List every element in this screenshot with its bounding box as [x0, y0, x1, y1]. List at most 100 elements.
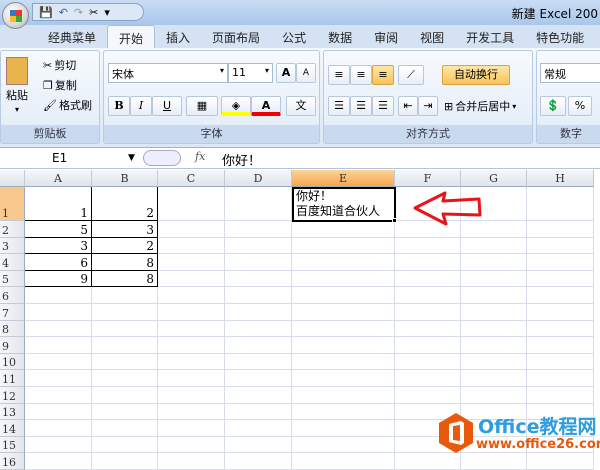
- cell-A4[interactable]: 6: [25, 254, 92, 271]
- cell-B5[interactable]: 8: [92, 270, 158, 288]
- cell-D9[interactable]: [225, 337, 292, 354]
- cell-C3[interactable]: [158, 237, 225, 255]
- cell-B11[interactable]: [92, 370, 158, 387]
- row-header-3[interactable]: 3: [0, 237, 25, 255]
- tab-developer[interactable]: 开发工具: [455, 25, 525, 48]
- cell-C1[interactable]: [158, 187, 225, 221]
- cell-E10[interactable]: [292, 353, 395, 371]
- decrease-indent-button[interactable]: ⇤: [398, 96, 418, 116]
- grow-font-button[interactable]: A: [276, 63, 296, 83]
- percent-button[interactable]: %: [568, 96, 592, 116]
- row-header-1[interactable]: 1: [0, 187, 25, 221]
- row-header-4[interactable]: 4: [0, 254, 25, 271]
- shrink-font-button[interactable]: A: [296, 63, 316, 83]
- cell-H5[interactable]: [527, 270, 594, 288]
- cell-E2[interactable]: [292, 221, 395, 238]
- tab-classic-menu[interactable]: 经典菜单: [37, 25, 107, 48]
- italic-button[interactable]: I: [130, 96, 152, 116]
- insert-function-button[interactable]: fx: [195, 150, 205, 163]
- cell-E3[interactable]: [292, 237, 395, 255]
- cell-G4[interactable]: [461, 254, 527, 271]
- cell-D4[interactable]: [225, 254, 292, 271]
- cell-A15[interactable]: [25, 436, 92, 454]
- align-middle-button[interactable]: ≡: [350, 65, 372, 85]
- border-button[interactable]: ▦: [186, 96, 218, 116]
- save-icon[interactable]: 💾: [39, 6, 53, 19]
- cell-B1[interactable]: 2: [92, 187, 158, 221]
- cell-H4[interactable]: [527, 254, 594, 271]
- cell-D5[interactable]: [225, 270, 292, 288]
- cell-G10[interactable]: [461, 353, 527, 371]
- row-header-5[interactable]: 5: [0, 270, 25, 288]
- redo-icon[interactable]: ↷: [74, 6, 83, 19]
- cell-E7[interactable]: [292, 304, 395, 321]
- cell-C9[interactable]: [158, 337, 225, 354]
- cell-G8[interactable]: [461, 320, 527, 338]
- font-name-select[interactable]: 宋体 ▾: [108, 63, 228, 83]
- column-header-D[interactable]: D: [225, 170, 292, 187]
- cell-G6[interactable]: [461, 287, 527, 304]
- font-size-select[interactable]: 11 ▾: [228, 63, 273, 83]
- cell-E15[interactable]: [292, 436, 395, 454]
- cell-G3[interactable]: [461, 237, 527, 255]
- cell-B3[interactable]: 2: [92, 237, 158, 255]
- cell-A14[interactable]: [25, 420, 92, 437]
- row-header-13[interactable]: 13: [0, 403, 25, 421]
- row-header-9[interactable]: 9: [0, 337, 25, 354]
- cell-A11[interactable]: [25, 370, 92, 387]
- column-header-A[interactable]: A: [25, 170, 92, 187]
- cell-H8[interactable]: [527, 320, 594, 338]
- cell-E6[interactable]: [292, 287, 395, 304]
- cell-B7[interactable]: [92, 304, 158, 321]
- column-header-G[interactable]: G: [461, 170, 527, 187]
- align-center-button[interactable]: ☰: [350, 96, 372, 116]
- cell-C11[interactable]: [158, 370, 225, 387]
- cell-E9[interactable]: [292, 337, 395, 354]
- cell-B14[interactable]: [92, 420, 158, 437]
- cell-C15[interactable]: [158, 436, 225, 454]
- cell-F4[interactable]: [395, 254, 461, 271]
- cell-A13[interactable]: [25, 403, 92, 421]
- cell-C14[interactable]: [158, 420, 225, 437]
- phonetic-button[interactable]: 文: [286, 96, 316, 116]
- increase-indent-button[interactable]: ⇥: [418, 96, 438, 116]
- cell-F10[interactable]: [395, 353, 461, 371]
- tab-formulas[interactable]: 公式: [271, 25, 317, 48]
- cell-C10[interactable]: [158, 353, 225, 371]
- tab-special[interactable]: 特色功能: [525, 25, 595, 48]
- undo-icon[interactable]: ↶: [59, 6, 68, 19]
- cut-button[interactable]: ✂ 剪切: [43, 57, 76, 73]
- active-cell-E1[interactable]: 你好！ 百度知道合伙人: [292, 187, 396, 222]
- select-all-corner[interactable]: [0, 170, 25, 187]
- cell-E5[interactable]: [292, 270, 395, 288]
- row-header-8[interactable]: 8: [0, 320, 25, 338]
- align-right-button[interactable]: ☰: [372, 96, 394, 116]
- cell-A12[interactable]: [25, 387, 92, 404]
- cell-B10[interactable]: [92, 353, 158, 371]
- cell-A9[interactable]: [25, 337, 92, 354]
- cell-A1[interactable]: 1: [25, 187, 92, 221]
- format-painter-button[interactable]: 🖌 格式刷: [43, 97, 92, 113]
- cell-H9[interactable]: [527, 337, 594, 354]
- cell-E14[interactable]: [292, 420, 395, 437]
- cell-C13[interactable]: [158, 403, 225, 421]
- merge-center-button[interactable]: ⊞ 合并后居中 ▾: [444, 98, 516, 114]
- cell-D12[interactable]: [225, 387, 292, 404]
- align-bottom-button[interactable]: ≡: [372, 65, 394, 85]
- cell-B4[interactable]: 8: [92, 254, 158, 271]
- cell-B15[interactable]: [92, 436, 158, 454]
- cell-D13[interactable]: [225, 403, 292, 421]
- cell-C8[interactable]: [158, 320, 225, 338]
- tab-review[interactable]: 审阅: [363, 25, 409, 48]
- cell-D10[interactable]: [225, 353, 292, 371]
- column-header-B[interactable]: B: [92, 170, 158, 187]
- cell-E4[interactable]: [292, 254, 395, 271]
- cell-B12[interactable]: [92, 387, 158, 404]
- cell-A5[interactable]: 9: [25, 270, 92, 288]
- cell-D6[interactable]: [225, 287, 292, 304]
- column-header-F[interactable]: F: [395, 170, 461, 187]
- cell-E8[interactable]: [292, 320, 395, 338]
- tab-insert[interactable]: 插入: [155, 25, 201, 48]
- formula-input[interactable]: 你好！: [222, 150, 261, 169]
- orientation-button[interactable]: ⟋: [398, 65, 424, 85]
